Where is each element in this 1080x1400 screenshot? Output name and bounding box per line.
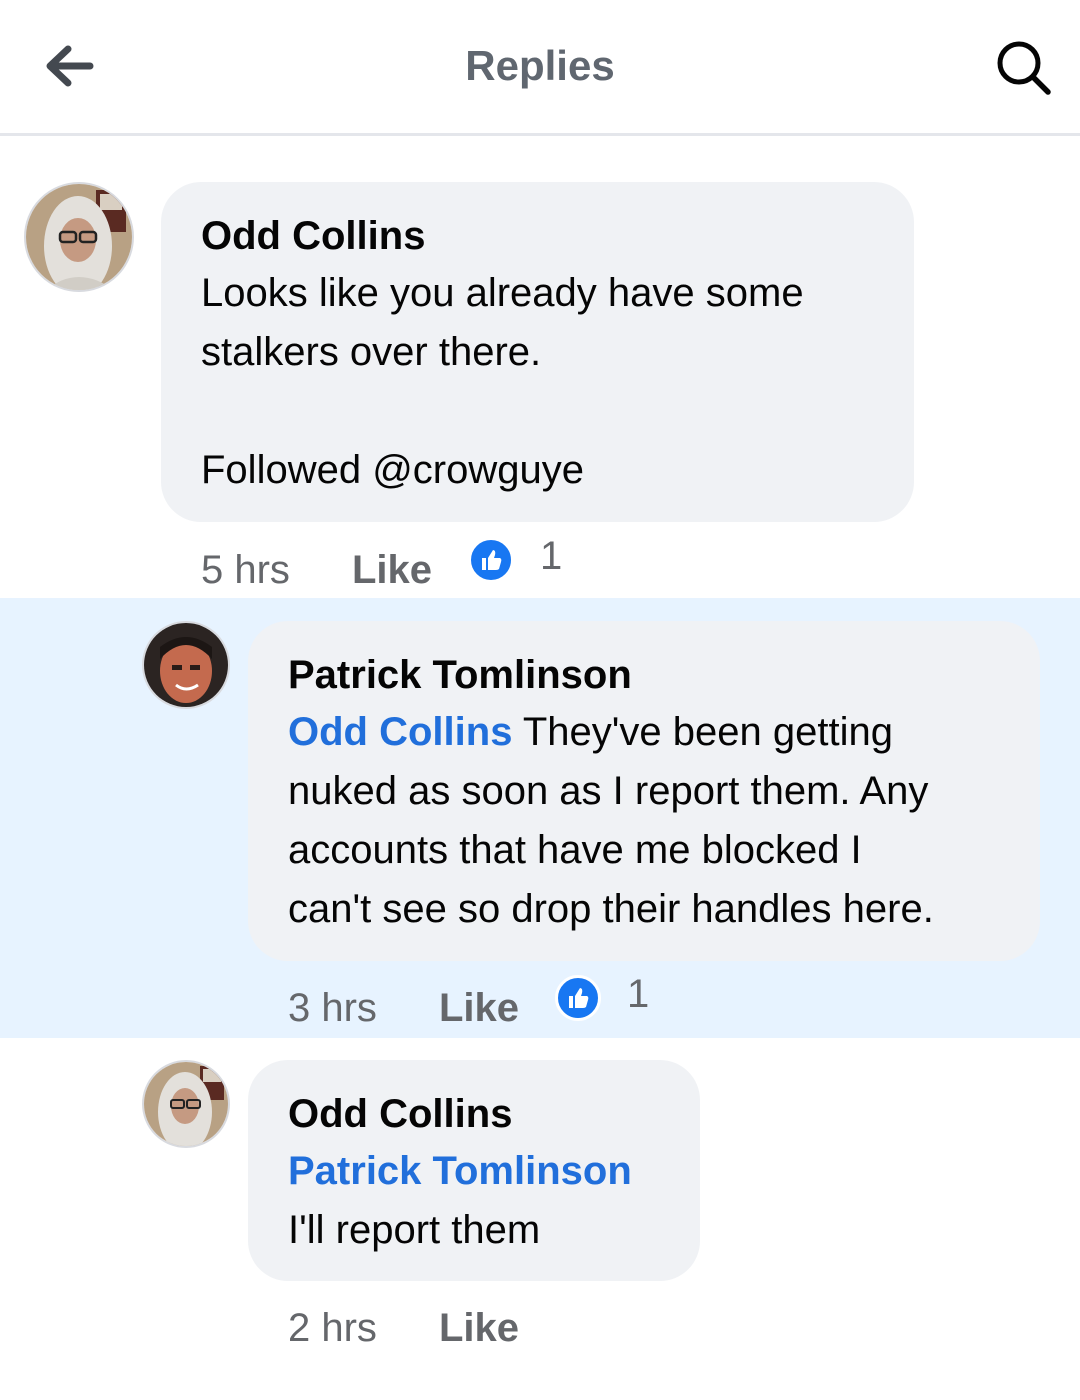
search-icon [997,41,1051,95]
avatar[interactable] [24,182,134,292]
like-button[interactable]: Like [439,986,519,1031]
mention-link[interactable]: Patrick Tomlinson [288,1142,660,1201]
thumbs-up-icon[interactable] [467,537,514,583]
mention-link[interactable]: Odd Collins [288,710,512,754]
comment-timestamp[interactable]: 2 hrs [288,1306,377,1351]
search-button[interactable] [992,36,1056,100]
comment-bubble: Odd Collins Looks like you already have … [161,182,914,522]
avatar-image [144,1062,228,1146]
comment-text: Looks like you already have some stalker… [201,271,804,492]
avatar-image [144,623,228,707]
comment-author[interactable]: Odd Collins [288,1086,660,1142]
comment-meta: 3 hrs Like 1 [288,972,649,1038]
reaction-count[interactable]: 1 [627,972,649,1017]
comment-meta: 5 hrs Like 1 [201,534,562,600]
comment-author[interactable]: Patrick Tomlinson [288,647,1000,703]
comment-bubble: Odd Collins Patrick Tomlinson I'll repor… [248,1060,700,1281]
comment-meta: 2 hrs Like [288,1298,555,1358]
avatar-image [26,184,132,290]
comment-timestamp[interactable]: 5 hrs [201,548,290,593]
comment-timestamp[interactable]: 3 hrs [288,986,377,1031]
comment-bubble: Patrick Tomlinson Odd Collins They've be… [248,621,1040,961]
thumbs-up-icon[interactable] [554,975,601,1021]
top-bar: Replies [0,0,1080,136]
avatar[interactable] [142,621,230,709]
avatar[interactable] [142,1060,230,1148]
reaction-count[interactable]: 1 [540,534,562,579]
page-title: Replies [465,42,615,89]
like-button[interactable]: Like [439,1306,519,1351]
comment-text: Odd Collins They've been getting nuked a… [288,703,1000,939]
like-button[interactable]: Like [352,548,432,593]
comment-author[interactable]: Odd Collins [201,208,874,264]
comment-text: I'll report them [288,1208,541,1252]
